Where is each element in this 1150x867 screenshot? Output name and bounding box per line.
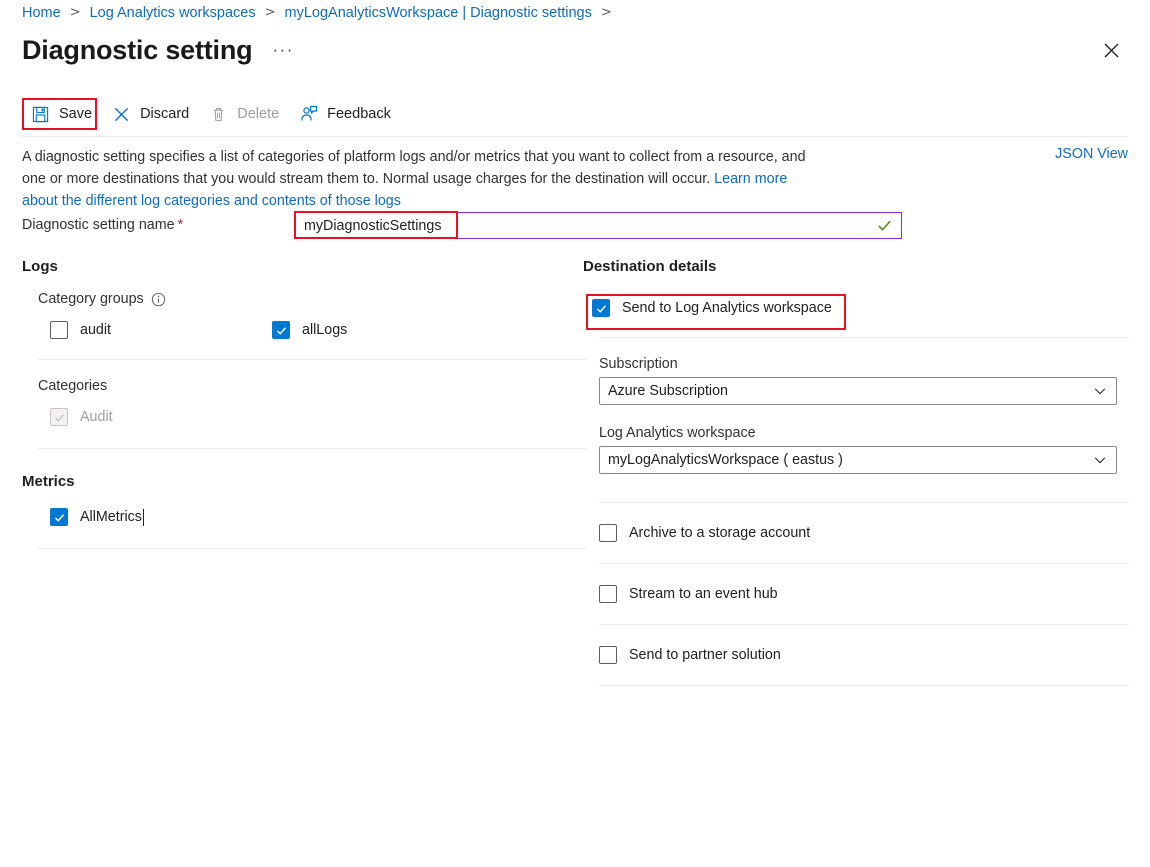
checkbox-send-to-log-analytics-workspace-label[interactable]: Send to Log Analytics workspace bbox=[622, 300, 832, 316]
json-view-link[interactable]: JSON View bbox=[1055, 146, 1128, 162]
diagnostic-setting-name-input-wrapper bbox=[295, 212, 902, 239]
checkbox-audit-group-label[interactable]: audit bbox=[80, 322, 111, 338]
log-analytics-workspace-dropdown[interactable]: myLogAnalyticsWorkspace ( eastus ) bbox=[599, 446, 1117, 474]
breadcrumb-separator-icon: > bbox=[264, 5, 276, 20]
checkbox-send-to-partner-solution[interactable] bbox=[599, 646, 617, 664]
chevron-down-icon bbox=[1093, 384, 1107, 398]
subscription-value: Azure Subscription bbox=[608, 383, 728, 399]
breadcrumb-item-workspace-diagnostic-settings[interactable]: myLogAnalyticsWorkspace | Diagnostic set… bbox=[285, 3, 592, 23]
checkbox-send-to-partner-solution-label[interactable]: Send to partner solution bbox=[629, 647, 781, 663]
diagnostic-setting-page: Home > Log Analytics workspaces > myLogA… bbox=[0, 0, 1150, 867]
breadcrumb-item-home[interactable]: Home bbox=[22, 3, 61, 23]
save-button-label: Save bbox=[59, 106, 93, 122]
destination-divider-3 bbox=[599, 563, 1129, 564]
feedback-button[interactable]: Feedback bbox=[290, 98, 402, 130]
checkbox-alllogs[interactable] bbox=[272, 321, 290, 339]
chevron-down-icon bbox=[1093, 453, 1107, 467]
category-groups-label-row: Category groups bbox=[38, 291, 587, 307]
log-analytics-workspace-value: myLogAnalyticsWorkspace ( eastus ) bbox=[608, 452, 843, 468]
logs-divider-2 bbox=[38, 448, 587, 449]
destination-divider-1 bbox=[599, 337, 1129, 338]
checkbox-stream-to-event-hub[interactable] bbox=[599, 585, 617, 603]
log-analytics-workspace-label: Log Analytics workspace bbox=[599, 425, 756, 441]
checkbox-archive-to-storage-account-label[interactable]: Archive to a storage account bbox=[629, 525, 810, 541]
breadcrumb-separator-icon: > bbox=[69, 5, 81, 20]
description-text: A diagnostic setting specifies a list of… bbox=[22, 146, 812, 212]
feedback-button-label: Feedback bbox=[327, 106, 391, 122]
checkbox-row-stream-event-hub[interactable]: Stream to an event hub bbox=[599, 583, 1129, 605]
logs-metrics-column: Logs Category groups audit allLogs Categ… bbox=[22, 258, 587, 549]
checkbox-row-partner-solution[interactable]: Send to partner solution bbox=[599, 644, 1129, 666]
checkbox-allmetrics-label[interactable]: AllMetrics bbox=[80, 509, 142, 525]
trash-icon bbox=[209, 105, 228, 124]
page-title: Diagnostic setting bbox=[22, 35, 253, 65]
logs-divider-1 bbox=[38, 359, 587, 360]
discard-x-icon bbox=[112, 105, 131, 124]
command-toolbar: Save Discard Delete Feedback bbox=[22, 98, 402, 130]
close-icon[interactable] bbox=[1097, 36, 1125, 64]
diagnostic-setting-name-label: Diagnostic setting name * bbox=[22, 217, 183, 233]
metrics-checkbox-grid: AllMetrics bbox=[50, 506, 587, 528]
save-button[interactable]: Save bbox=[22, 98, 103, 130]
metrics-divider bbox=[38, 548, 587, 549]
checkbox-row-alllogs[interactable]: allLogs bbox=[272, 319, 347, 341]
delete-button-label: Delete bbox=[237, 106, 280, 122]
subscription-dropdown[interactable]: Azure Subscription bbox=[599, 377, 1117, 405]
text-caret bbox=[142, 508, 144, 526]
checkbox-audit-category bbox=[50, 408, 68, 426]
checkbox-row-allmetrics[interactable]: AllMetrics bbox=[50, 506, 272, 528]
toolbar-divider bbox=[22, 136, 1128, 137]
green-check-icon bbox=[877, 218, 892, 233]
destination-divider-5 bbox=[599, 685, 1129, 686]
required-marker: * bbox=[177, 217, 184, 233]
checkbox-row-audit-category: Audit bbox=[50, 406, 272, 428]
checkbox-audit-category-label: Audit bbox=[80, 409, 113, 425]
save-icon bbox=[31, 105, 50, 124]
checkbox-stream-to-event-hub-label[interactable]: Stream to an event hub bbox=[629, 586, 778, 602]
discard-button-label: Discard bbox=[140, 106, 190, 122]
checkbox-row-archive-storage[interactable]: Archive to a storage account bbox=[599, 522, 1129, 544]
delete-button: Delete bbox=[200, 98, 290, 130]
checkbox-row-audit-group[interactable]: audit bbox=[50, 319, 272, 341]
breadcrumb: Home > Log Analytics workspaces > myLogA… bbox=[22, 3, 621, 23]
category-groups-checkbox-grid: audit allLogs bbox=[50, 319, 587, 341]
checkbox-audit-group[interactable] bbox=[50, 321, 68, 339]
more-options-button[interactable]: ··· bbox=[272, 41, 293, 58]
destination-details-column: Destination details Send to Log Analytic… bbox=[583, 258, 1129, 686]
description-body: A diagnostic setting specifies a list of… bbox=[22, 149, 806, 187]
diagnostic-setting-name-input[interactable] bbox=[296, 213, 877, 238]
checkbox-allmetrics[interactable] bbox=[50, 508, 68, 526]
checkbox-row-send-to-law[interactable]: Send to Log Analytics workspace bbox=[592, 297, 1129, 319]
destination-details-title: Destination details bbox=[583, 258, 717, 275]
info-icon[interactable] bbox=[151, 292, 166, 307]
checkbox-send-to-log-analytics-workspace[interactable] bbox=[592, 299, 610, 317]
logs-section-title: Logs bbox=[22, 258, 58, 275]
checkbox-archive-to-storage-account[interactable] bbox=[599, 524, 617, 542]
page-title-row: Diagnostic setting ··· bbox=[22, 33, 294, 67]
discard-button[interactable]: Discard bbox=[103, 98, 200, 130]
categories-label: Categories bbox=[38, 378, 108, 394]
destination-divider-4 bbox=[599, 624, 1129, 625]
name-label-text: Diagnostic setting name bbox=[22, 217, 175, 233]
metrics-section-title: Metrics bbox=[22, 473, 75, 490]
categories-checkbox-grid: Audit bbox=[50, 406, 587, 428]
destination-divider-2 bbox=[599, 502, 1129, 503]
breadcrumb-item-log-analytics-workspaces[interactable]: Log Analytics workspaces bbox=[90, 3, 256, 23]
subscription-label: Subscription bbox=[599, 356, 678, 372]
checkbox-alllogs-label[interactable]: allLogs bbox=[302, 322, 347, 338]
category-groups-label: Category groups bbox=[38, 291, 144, 307]
breadcrumb-separator-icon: > bbox=[600, 5, 612, 20]
feedback-person-icon bbox=[299, 105, 318, 124]
